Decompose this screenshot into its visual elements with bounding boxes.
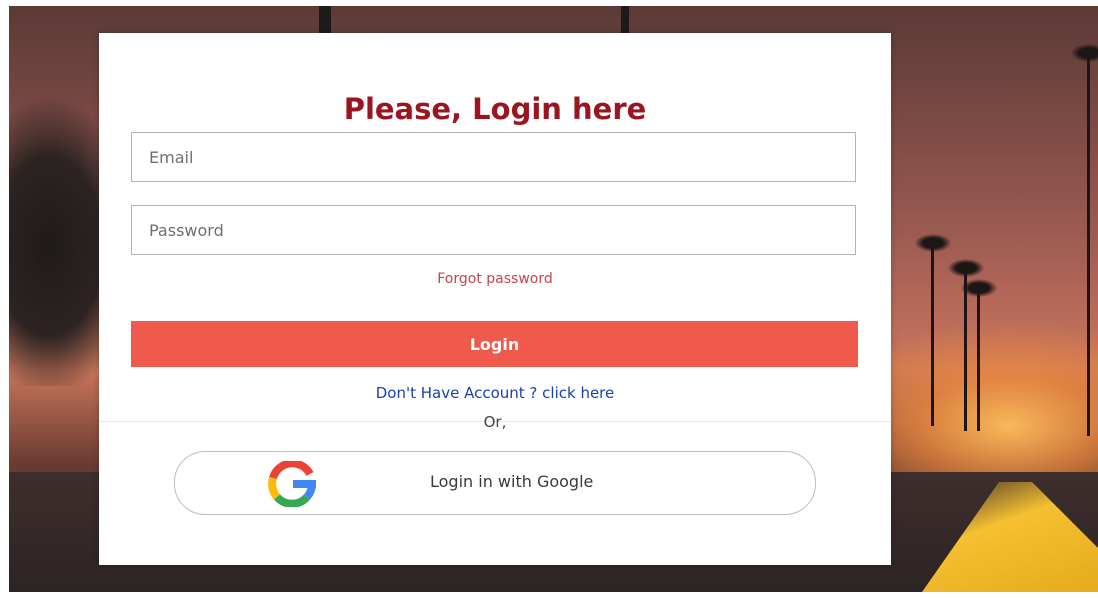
password-field[interactable] [131, 205, 856, 255]
signup-link[interactable]: Don't Have Account ? click here [99, 384, 891, 402]
background-palm [1071, 44, 1098, 436]
forgot-password-link[interactable]: Forgot password [99, 271, 891, 287]
email-field[interactable] [131, 132, 856, 182]
background-pole [319, 6, 331, 34]
page-title: Please, Login here [343, 92, 647, 126]
google-logo-icon [259, 459, 325, 508]
background-pole [621, 6, 629, 34]
login-card: Please, Login here Forgot password Login… [99, 33, 891, 565]
background-palm [915, 234, 951, 426]
google-login-label: Login in with Google [430, 472, 594, 491]
background-palm [961, 279, 997, 431]
login-button[interactable]: Login [131, 321, 858, 367]
google-login-button[interactable]: Login in with Google [174, 451, 816, 515]
or-separator: Or, [483, 413, 507, 431]
